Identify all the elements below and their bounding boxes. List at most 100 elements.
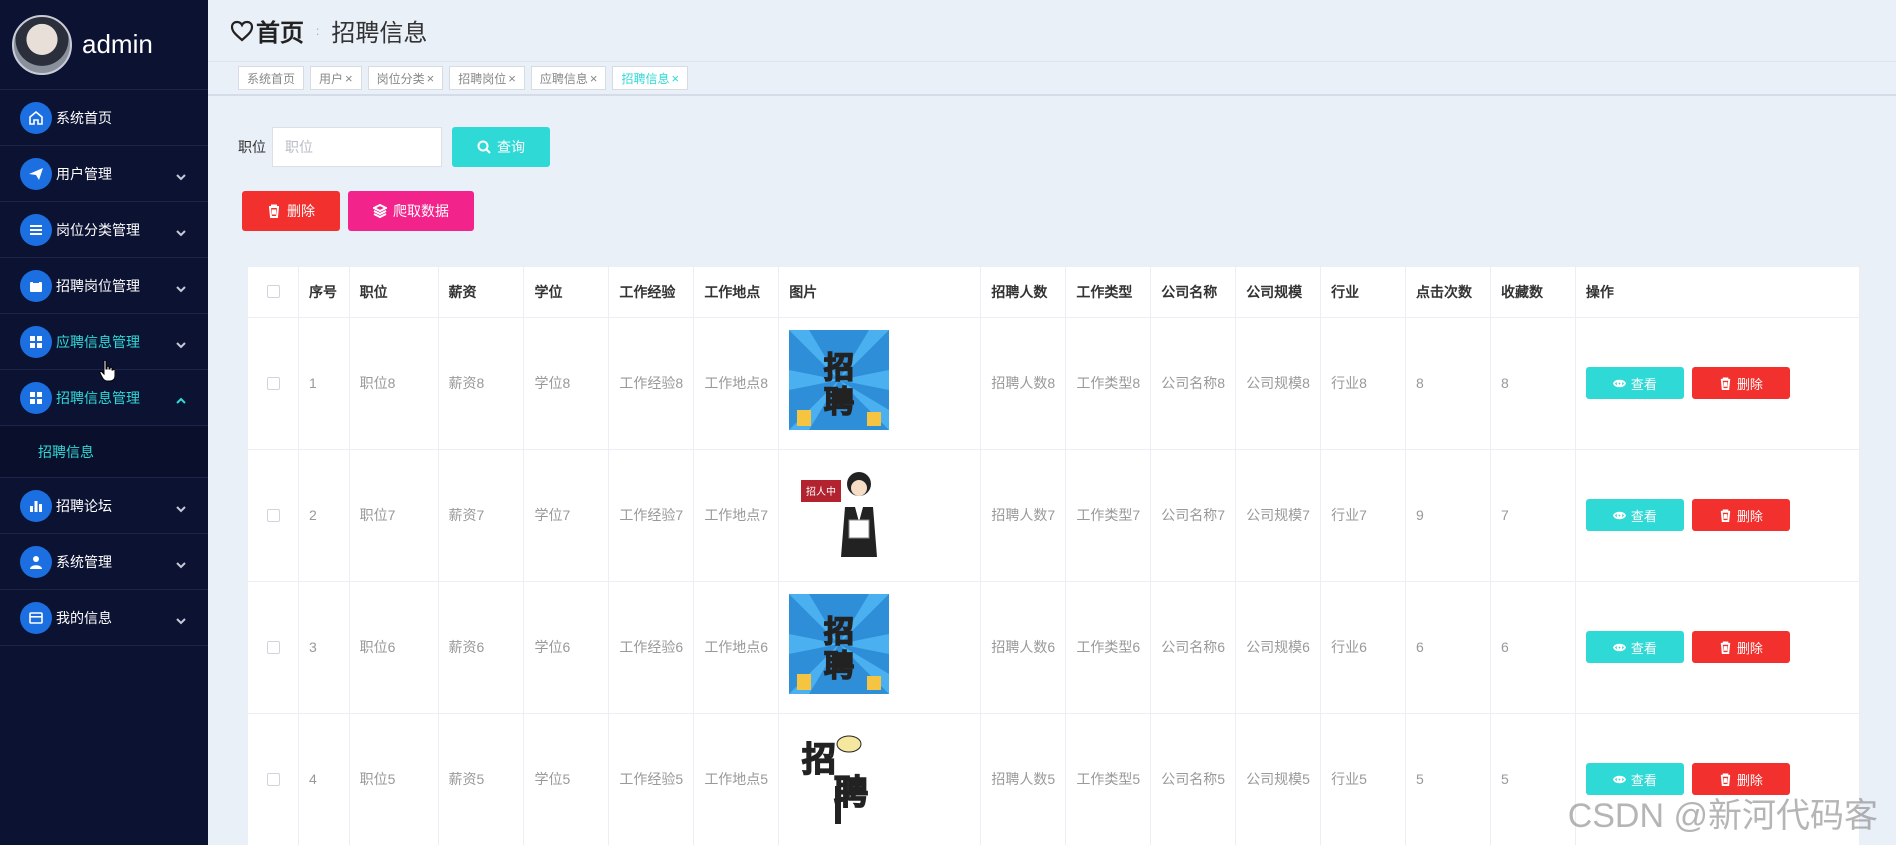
cell-image: 招人中 — [778, 449, 982, 582]
view-button[interactable]: 查看 — [1585, 367, 1684, 399]
layers-icon — [373, 204, 387, 218]
delete-label: 删除 — [1736, 640, 1763, 656]
breadcrumb-home[interactable]: 首页 — [256, 13, 304, 48]
cell-exp: 工作经验5 — [608, 713, 695, 845]
svg-text:招: 招 — [824, 615, 854, 650]
close-icon[interactable]: × — [671, 71, 679, 86]
crawl-data-label: 爬取数据 — [393, 203, 449, 219]
row-checkbox[interactable] — [266, 640, 280, 654]
card-icon — [20, 601, 52, 634]
trash-icon — [269, 204, 279, 218]
cell-idx: 2 — [298, 449, 350, 582]
close-icon[interactable]: × — [508, 71, 516, 86]
cell-company: 公司名称6 — [1150, 581, 1237, 714]
avatar[interactable] — [12, 14, 72, 75]
submenu-item-recruit-info[interactable]: 招聘信息 — [0, 426, 208, 478]
svg-text:招人中: 招人中 — [806, 485, 836, 498]
select-all-checkbox[interactable] — [266, 285, 280, 299]
tag-label: 招聘岗位 — [458, 71, 507, 86]
delete-label: 删除 — [1736, 772, 1763, 788]
cell-favs: 8 — [1490, 317, 1576, 450]
sidebar-item-label: 系统管理 — [56, 553, 112, 570]
cell-industry: 行业6 — [1320, 581, 1407, 714]
column-header: 工作类型 — [1065, 267, 1152, 318]
row-checkbox[interactable] — [266, 376, 280, 390]
cell-image: 招聘 — [778, 713, 982, 845]
sidebar-item-label: 用户管理 — [56, 165, 112, 182]
tag-bar: 系统首页 用户 × 岗位分类 × 招聘岗位 × 应聘信息 × 招聘信息 × — [208, 62, 1896, 96]
table-row: 2 职位7 薪资7 学位7 工作经验7 工作地点7 招人中 招聘人数7 工作类型7 公司名称7 公司… — [248, 449, 1861, 582]
column-header: 图片 — [778, 267, 982, 318]
search-input[interactable] — [272, 127, 442, 167]
view-button[interactable]: 查看 — [1585, 499, 1684, 531]
tag-label: 系统首页 — [247, 71, 296, 86]
tag-label: 用户 — [319, 71, 344, 86]
cell-scale: 公司规模6 — [1235, 581, 1322, 714]
row-checkbox[interactable] — [266, 508, 280, 522]
table-header-row: 序号 职位 薪资 学位 工作经验 工作地点 图片 招聘人数 工作类型 公司名称 … — [248, 267, 1861, 318]
tag-recruit-info[interactable]: 招聘信息 × — [612, 66, 689, 90]
tag-job-category[interactable]: 岗位分类 × — [367, 66, 444, 90]
column-header: 工作地点 — [693, 267, 780, 318]
view-button[interactable]: 查看 — [1585, 631, 1684, 663]
column-header: 收藏数 — [1490, 267, 1576, 318]
cell-job: 职位5 — [349, 713, 439, 845]
batch-delete-button[interactable]: 删除 — [242, 191, 340, 231]
eye-icon — [1612, 775, 1626, 783]
sidebar-item-label: 岗位分类管理 — [56, 221, 140, 238]
cell-favs: 6 — [1490, 581, 1576, 714]
cell-scale: 公司规模8 — [1235, 317, 1322, 450]
search-button[interactable]: 查询 — [452, 127, 550, 167]
recruiter-image: 招人中 — [789, 461, 890, 562]
sidebar-item-forum[interactable]: 招聘论坛 — [0, 478, 208, 534]
sidebar-item-system[interactable]: 系统管理 — [0, 534, 208, 590]
cell-image: 招聘 — [778, 581, 982, 714]
chevron-down-icon — [176, 169, 186, 180]
cell-count: 招聘人数5 — [980, 713, 1067, 845]
sidebar-item-recruit-post[interactable]: 招聘岗位管理 — [0, 258, 208, 314]
watermark: CSDN @新河代码客 — [1567, 797, 1878, 835]
row-delete-button[interactable]: 删除 — [1691, 367, 1790, 399]
row-delete-button[interactable]: 删除 — [1691, 499, 1790, 531]
chevron-up-icon — [176, 393, 186, 404]
sidebar-item-my-info[interactable]: 我的信息 — [0, 590, 208, 646]
row-delete-button[interactable]: 删除 — [1691, 631, 1790, 663]
close-icon[interactable]: × — [427, 71, 435, 86]
user-icon — [20, 545, 52, 578]
heart-icon — [230, 20, 254, 41]
cell-degree: 学位8 — [523, 317, 610, 450]
close-icon[interactable]: × — [590, 71, 598, 86]
tag-application[interactable]: 应聘信息 × — [530, 66, 607, 90]
cell-clicks: 8 — [1405, 317, 1491, 450]
svg-text:聘: 聘 — [824, 649, 854, 684]
data-table: 序号 职位 薪资 学位 工作经验 工作地点 图片 招聘人数 工作类型 公司名称 … — [248, 267, 1861, 845]
sidebar-item-users[interactable]: 用户管理 — [0, 146, 208, 202]
tag-users[interactable]: 用户 × — [310, 66, 362, 90]
sidebar-item-label: 系统首页 — [56, 109, 112, 126]
breadcrumb-current: 招聘信息 — [331, 20, 428, 47]
column-header: 行业 — [1320, 267, 1407, 318]
cell-scale: 公司规模7 — [1235, 449, 1322, 582]
trash-icon — [1720, 640, 1731, 654]
close-icon[interactable]: × — [345, 71, 353, 86]
column-header: 公司名称 — [1150, 267, 1237, 318]
row-checkbox[interactable] — [266, 772, 280, 786]
search-label: 职位 — [238, 139, 266, 155]
sidebar-item-job-category[interactable]: 岗位分类管理 — [0, 202, 208, 258]
username: admin — [82, 29, 153, 59]
cell-count: 招聘人数6 — [980, 581, 1067, 714]
svg-text:招: 招 — [824, 351, 854, 386]
paper-plane-icon — [20, 157, 52, 190]
table-row: 1 职位8 薪资8 学位8 工作经验8 工作地点8 招聘招聘人数8 工作类型8 公司名称8 公司规… — [248, 317, 1861, 450]
cell-industry: 行业7 — [1320, 449, 1407, 582]
cell-count: 招聘人数7 — [980, 449, 1067, 582]
svg-text:聘: 聘 — [834, 773, 868, 813]
svg-text:招: 招 — [802, 740, 836, 780]
view-label: 查看 — [1630, 772, 1657, 788]
tag-recruit-post[interactable]: 招聘岗位 × — [449, 66, 525, 90]
cell-salary: 薪资7 — [438, 449, 525, 582]
crawl-data-button[interactable]: 爬取数据 — [348, 191, 474, 231]
tag-home[interactable]: 系统首页 — [238, 66, 305, 90]
trash-icon — [1720, 772, 1731, 786]
sidebar-item-home[interactable]: 系统首页 — [0, 90, 208, 146]
